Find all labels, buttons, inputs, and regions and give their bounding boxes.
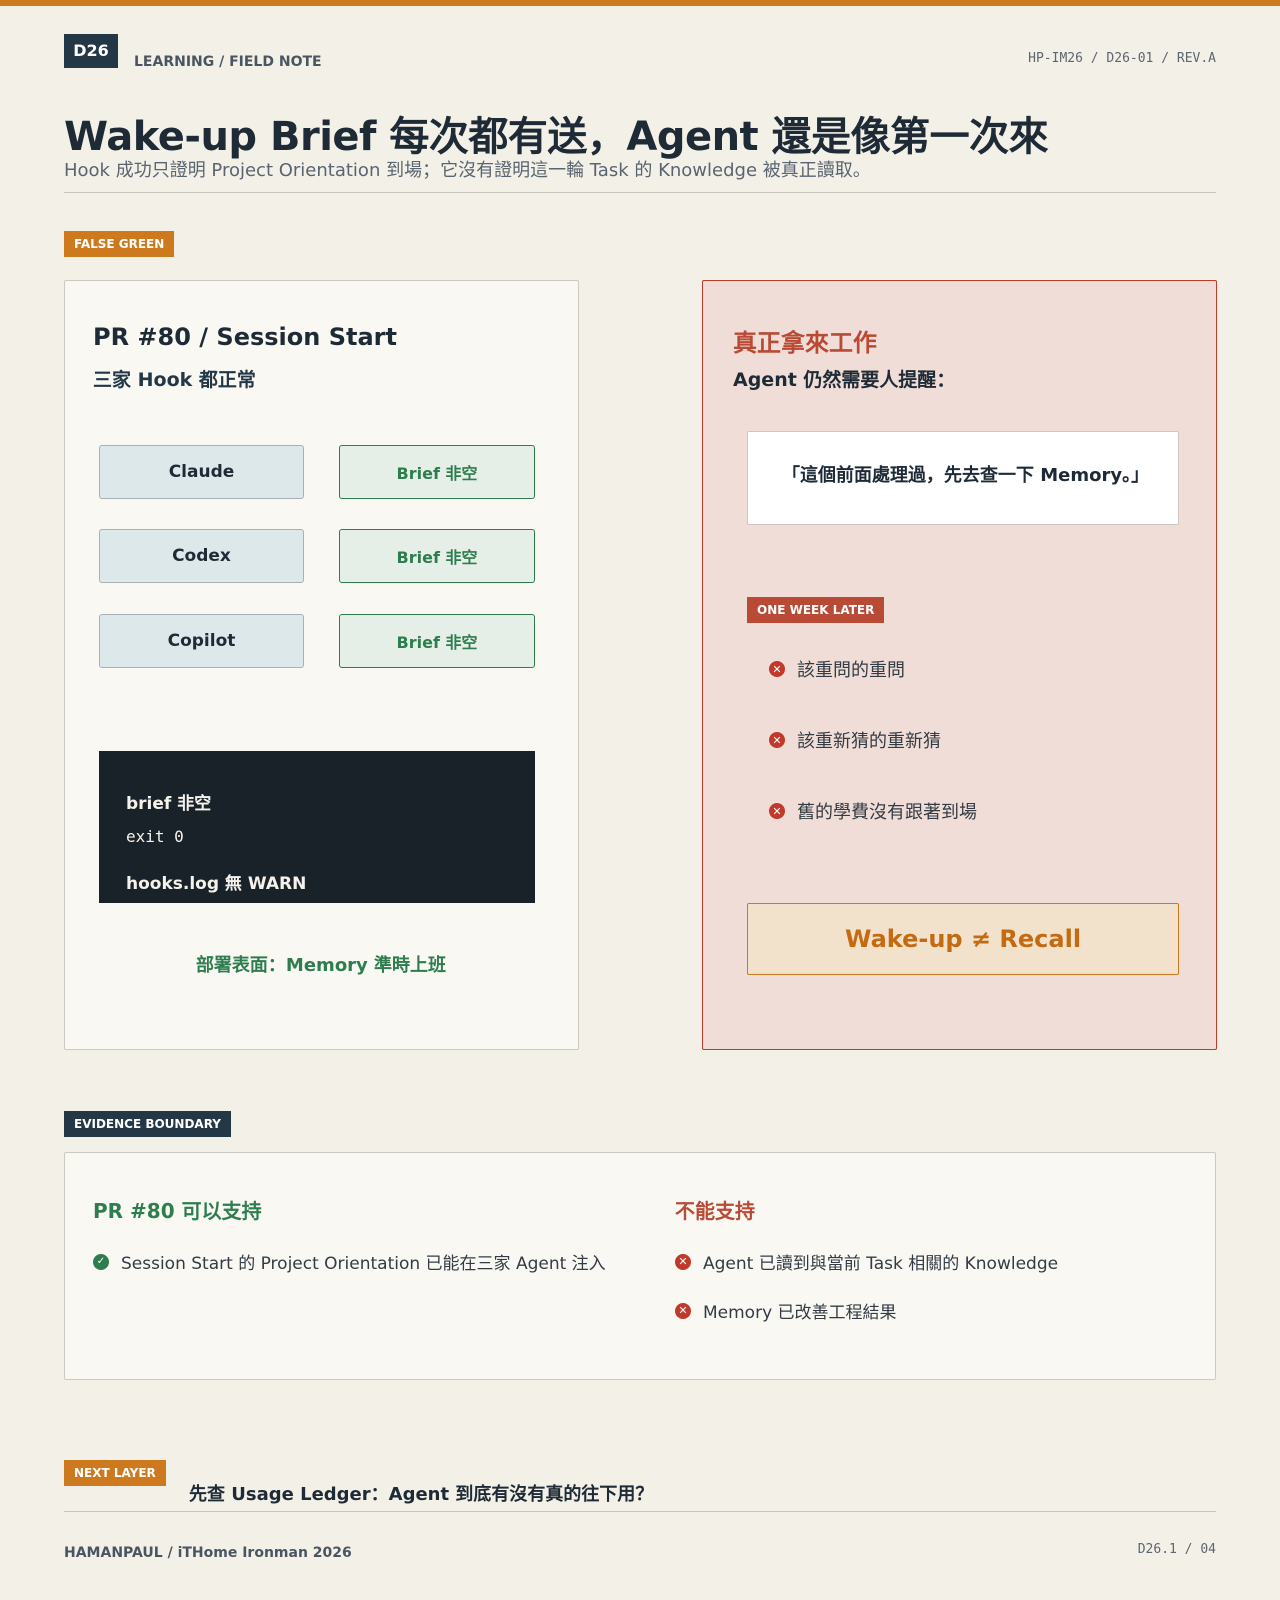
- false-green-tag: FALSE GREEN: [64, 231, 175, 257]
- session-start-subtitle: 三家 Hook 都正常: [93, 369, 256, 391]
- issue-text: 舊的學費沒有跟著到場: [797, 802, 977, 823]
- check-circle-icon: ✓: [93, 1253, 109, 1270]
- wakeup-recall-callout: Wake-up ≠ Recall: [747, 903, 1179, 975]
- issue-item: ✕ 舊的學費沒有跟著到場: [769, 798, 977, 824]
- page-subtitle: Hook 成功只證明 Project Orientation 到場；它沒有證明這…: [64, 160, 871, 181]
- real-work-panel: 真正拿來工作 Agent 仍然需要人提醒： 「這個前面處理過，先去查一下 Mem…: [702, 280, 1217, 1050]
- real-work-subtitle: Agent 仍然需要人提醒：: [733, 369, 956, 391]
- not-supports-text: Agent 已讀到與當前 Task 相關的 Knowledge: [703, 1254, 1059, 1274]
- brief-status-codex: Brief 非空: [339, 529, 535, 583]
- not-supports-item: ✕ Memory 已改善工程結果: [675, 1298, 897, 1323]
- not-supports-title: 不能支持: [675, 1199, 755, 1223]
- real-work-title: 真正拿來工作: [733, 329, 877, 357]
- x-circle-icon: ✕: [675, 1302, 691, 1319]
- supports-text: Session Start 的 Project Orientation 已能在三…: [121, 1254, 606, 1274]
- deploy-caption: 部署表面：Memory 準時上班: [195, 955, 447, 976]
- not-supports-text: Memory 已改善工程結果: [703, 1303, 897, 1323]
- brief-status-claude: Brief 非空: [339, 445, 535, 499]
- terminal-line: exit 0: [126, 827, 184, 846]
- x-circle-icon: ✕: [769, 661, 785, 677]
- session-start-title: PR #80 / Session Start: [93, 323, 397, 351]
- next-layer-text: 先查 Usage Ledger：Agent 到底有沒有真的往下用？: [189, 1484, 654, 1505]
- reminder-quote: 「這個前面處理過，先去查一下 Memory。」: [747, 431, 1179, 525]
- supports-item: ✓ Session Start 的 Project Orientation 已能…: [93, 1249, 606, 1274]
- x-circle-icon: ✕: [769, 803, 785, 819]
- x-circle-icon: ✕: [769, 732, 785, 748]
- footer-author: HAMANPAUL / iTHome Ironman 2026: [64, 1545, 352, 1561]
- terminal-line: brief 非空: [126, 794, 212, 814]
- doc-reference: HP-IM26 / D26-01 / REV.A: [1028, 51, 1216, 66]
- evidence-boundary-tag: EVIDENCE BOUNDARY: [64, 1111, 231, 1137]
- issue-text: 該重問的重問: [797, 660, 905, 681]
- supports-title: PR #80 可以支持: [93, 1199, 262, 1223]
- brief-status-copilot: Brief 非空: [339, 614, 535, 668]
- next-layer-tag: NEXT LAYER: [64, 1460, 166, 1486]
- terminal-line: hooks.log 無 WARN: [126, 874, 307, 894]
- one-week-later-tag: ONE WEEK LATER: [747, 597, 885, 623]
- agent-codex: Codex: [99, 529, 304, 583]
- page-title: Wake-up Brief 每次都有送，Agent 還是像第一次來: [64, 114, 1049, 160]
- kicker-label: LEARNING / FIELD NOTE: [134, 54, 322, 70]
- issue-item: ✕ 該重問的重問: [769, 656, 905, 682]
- accent-top-bar: [0, 0, 1280, 6]
- agent-copilot: Copilot: [99, 614, 304, 668]
- x-circle-icon: ✕: [675, 1253, 691, 1270]
- doc-code-badge: D26: [64, 34, 118, 68]
- footer-divider: [64, 1511, 1216, 1512]
- evidence-panel: PR #80 可以支持 ✓ Session Start 的 Project Or…: [64, 1152, 1216, 1380]
- issue-text: 該重新猜的重新猜: [797, 731, 941, 752]
- terminal-output: brief 非空 exit 0 hooks.log 無 WARN: [99, 751, 535, 903]
- footer-page-number: D26.1 / 04: [1137, 1542, 1216, 1557]
- agent-claude: Claude: [99, 445, 304, 499]
- issue-item: ✕ 該重新猜的重新猜: [769, 727, 941, 753]
- not-supports-item: ✕ Agent 已讀到與當前 Task 相關的 Knowledge: [675, 1249, 1058, 1274]
- header-divider: [64, 192, 1216, 193]
- session-start-panel: PR #80 / Session Start 三家 Hook 都正常 Claud…: [64, 280, 579, 1050]
